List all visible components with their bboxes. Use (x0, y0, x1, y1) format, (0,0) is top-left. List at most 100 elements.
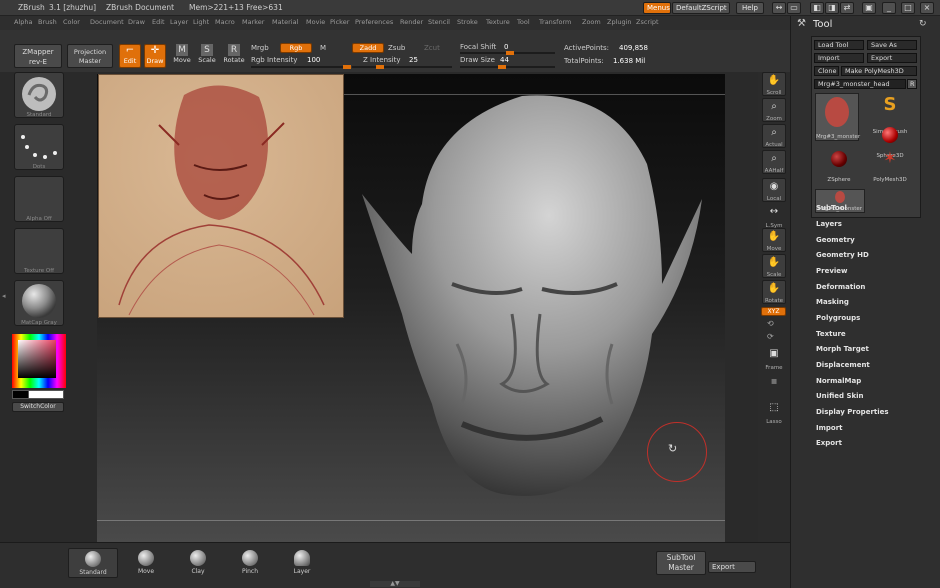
bottom-tray-arrow-icon[interactable]: ▲▼ (370, 581, 420, 587)
menu-render[interactable]: Render (400, 18, 423, 26)
move-button[interactable]: M Move (171, 44, 193, 68)
section-deformation[interactable]: Deformation (816, 283, 865, 291)
menu-marker[interactable]: Marker (242, 18, 264, 26)
section-layers[interactable]: Layers (816, 220, 842, 228)
tool-panel-title[interactable]: Tool (813, 19, 832, 30)
xyz-button[interactable]: XYZ (761, 307, 786, 316)
m-button[interactable]: M (320, 44, 326, 52)
tool-thumb-monster[interactable]: Mrg#3_monster (815, 93, 860, 141)
brush-clay[interactable]: Clay (173, 548, 223, 578)
section-unified-skin[interactable]: Unified Skin (816, 392, 864, 400)
restore-icon[interactable]: ▭ (787, 2, 801, 14)
menu-macro[interactable]: Macro (215, 18, 235, 26)
lasso-button[interactable]: ⬚ Lasso (762, 400, 786, 425)
refresh-icon[interactable]: ↻ (919, 19, 927, 29)
actual-button[interactable]: ⌕ Actual (762, 124, 786, 148)
frame-button[interactable]: ▣ Frame (762, 346, 786, 371)
menu-light[interactable]: Light (193, 18, 209, 26)
menu-draw[interactable]: Draw (128, 18, 145, 26)
current-tool-name[interactable]: Mrg#3_monster_head (814, 79, 906, 89)
scroll-button[interactable]: ✋ Scroll (762, 72, 786, 96)
projection-master-button[interactable]: Projection Master (67, 44, 113, 68)
color-picker[interactable] (12, 334, 66, 388)
save-as-button[interactable]: Save As (867, 40, 917, 50)
alpha-thumbnail[interactable]: Alpha Off (14, 176, 64, 222)
tool-thumb-zsphere[interactable]: ZSphere (817, 147, 861, 183)
menus-button[interactable]: Menus (643, 2, 671, 14)
brush-move[interactable]: Move (121, 548, 171, 578)
section-polygroups[interactable]: Polygroups (816, 314, 860, 322)
rotate-button[interactable]: R Rotate (222, 44, 246, 68)
clone-button[interactable]: Clone (814, 66, 839, 76)
arrows-icon[interactable]: ↔ (772, 2, 786, 14)
menu-layer[interactable]: Layer (170, 18, 188, 26)
maximize-icon[interactable]: □ (901, 2, 915, 14)
color-square[interactable] (18, 340, 56, 378)
close-icon[interactable]: × (920, 2, 934, 14)
import-tool-button[interactable]: Import (814, 53, 864, 63)
menu-texture[interactable]: Texture (486, 18, 510, 26)
section-display-properties[interactable]: Display Properties (816, 408, 889, 416)
menu-tool[interactable]: Tool (517, 18, 530, 26)
brush-thumbnail[interactable]: Standard (14, 72, 64, 118)
texture-thumbnail[interactable]: Texture Off (14, 228, 64, 274)
rotate-free-icon[interactable]: ⟳ (767, 332, 774, 341)
menu-zoom[interactable]: Zoom (582, 18, 601, 26)
make-polymesh-button[interactable]: Make PolyMesh3D (841, 66, 917, 76)
layout-swap-icon[interactable]: ⇄ (840, 2, 854, 14)
lsym-button[interactable]: ↔ L.Sym (762, 204, 786, 229)
menu-material[interactable]: Material (272, 18, 298, 26)
rotate-axis-icon[interactable]: ⟲ (767, 319, 774, 328)
section-masking[interactable]: Masking (816, 298, 849, 306)
edit-button[interactable]: ⌐ Edit (119, 44, 141, 68)
draw-size-slider[interactable] (460, 65, 555, 69)
help-button[interactable]: Help (736, 2, 764, 14)
section-subtool[interactable]: SubTool (816, 204, 847, 212)
left-tray-arrow-icon[interactable]: ◂ (2, 292, 10, 304)
export-tool-button[interactable]: Export (867, 53, 917, 63)
mrgb-button[interactable]: Mrgb (251, 44, 269, 52)
zcut-button[interactable]: Zcut (424, 44, 440, 52)
menu-brush[interactable]: Brush (38, 18, 57, 26)
rgb-button[interactable]: Rgb (280, 43, 312, 53)
focal-shift-slider[interactable] (460, 51, 555, 55)
zadd-button[interactable]: Zadd (352, 43, 384, 53)
switch-color-button[interactable]: SwitchColor (12, 402, 64, 412)
menu-zscript[interactable]: Zscript (636, 18, 659, 26)
menu-color[interactable]: Color (63, 18, 80, 26)
subtool-master-button[interactable]: SubTool Master (656, 551, 706, 575)
brush-pinch[interactable]: Pinch (225, 548, 275, 578)
z-intensity-slider[interactable] (352, 65, 452, 69)
section-morph-target[interactable]: Morph Target (816, 345, 869, 353)
menu-stroke[interactable]: Stroke (457, 18, 478, 26)
section-normalmap[interactable]: NormalMap (816, 377, 861, 385)
tool-thumb-polymesh3d[interactable]: ✶ PolyMesh3D (868, 147, 912, 183)
menu-movie[interactable]: Movie (306, 18, 325, 26)
menu-edit[interactable]: Edit (152, 18, 165, 26)
rotate-view-button[interactable]: ✋ Rotate (762, 280, 786, 304)
section-displacement[interactable]: Displacement (816, 361, 870, 369)
menu-transform[interactable]: Transform (539, 18, 571, 26)
export-bottom-button[interactable]: Export (708, 561, 756, 573)
zoom-button[interactable]: ⌕ Zoom (762, 98, 786, 122)
menu-picker[interactable]: Picker (330, 18, 349, 26)
save-icon[interactable]: ▣ (862, 2, 876, 14)
move-view-button[interactable]: ✋ Move (762, 228, 786, 252)
rgb-intensity-slider[interactable] (251, 65, 351, 69)
menu-zplugin[interactable]: Zplugin (607, 18, 632, 26)
section-geometry-hd[interactable]: Geometry HD (816, 251, 869, 259)
scale-button[interactable]: S Scale (196, 44, 218, 68)
default-zscript-button[interactable]: DefaultZScript (672, 2, 730, 14)
section-export[interactable]: Export (816, 439, 842, 447)
zsub-button[interactable]: Zsub (388, 44, 405, 52)
draw-button[interactable]: ✛ Draw (144, 44, 166, 68)
brush-layer[interactable]: Layer (277, 548, 327, 578)
local-button[interactable]: ◉ Local (762, 178, 786, 202)
layout-left-icon[interactable]: ◧ (810, 2, 824, 14)
section-geometry[interactable]: Geometry (816, 236, 855, 244)
r-button[interactable]: R (907, 79, 917, 89)
minimize-icon[interactable]: _ (882, 2, 896, 14)
section-import[interactable]: Import (816, 424, 843, 432)
menu-preferences[interactable]: Preferences (355, 18, 393, 26)
section-texture[interactable]: Texture (816, 330, 846, 338)
